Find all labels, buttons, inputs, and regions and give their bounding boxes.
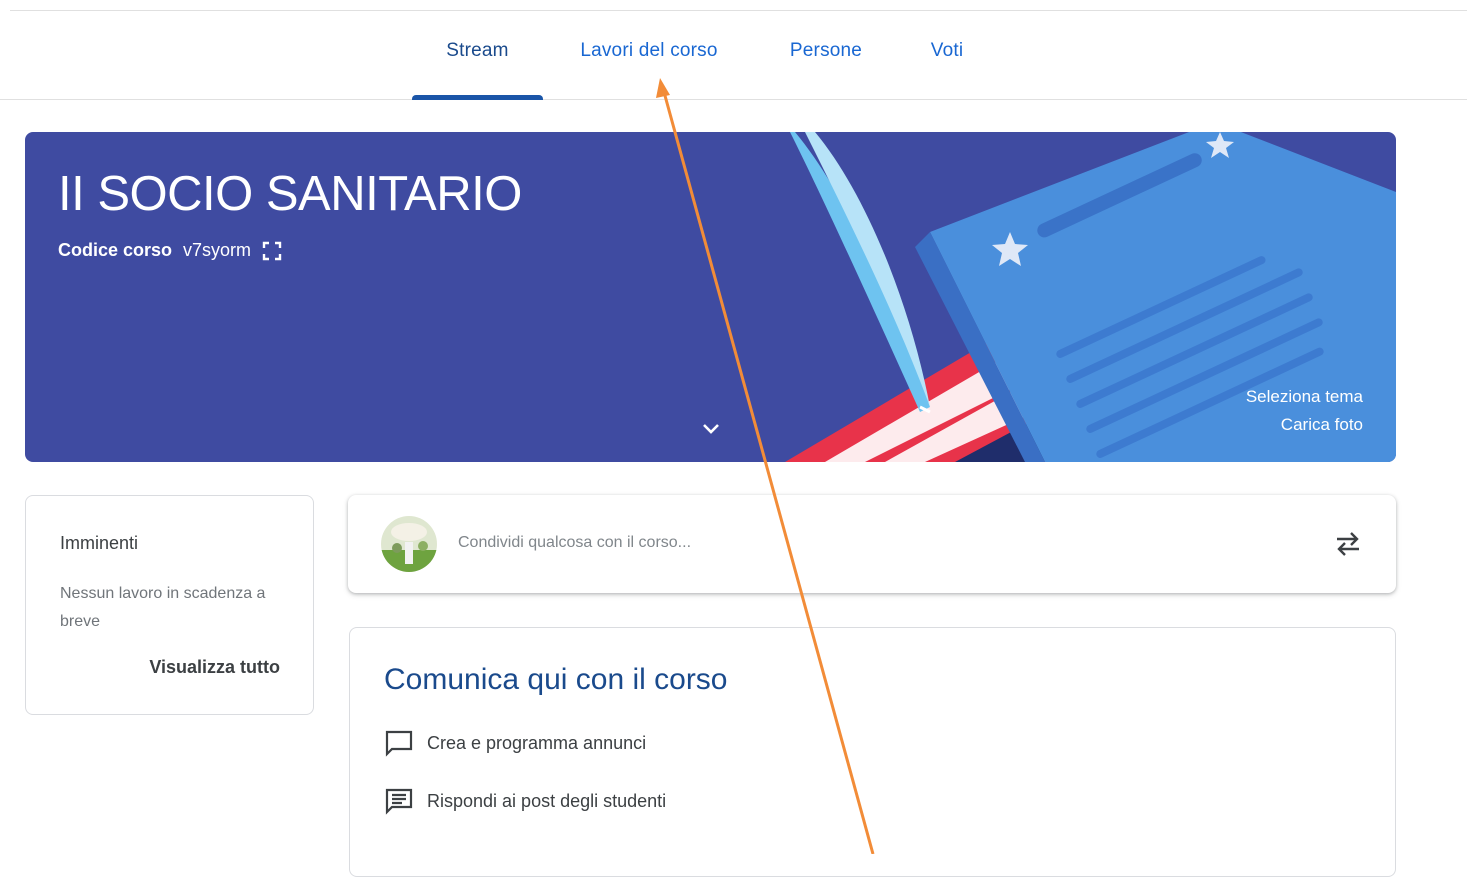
comm-item-announcements: Crea e programma annunci (384, 729, 646, 757)
tab-people-label: Persone (789, 40, 863, 61)
tab-grades-label: Voti (930, 40, 964, 61)
upcoming-title: Imminenti (60, 533, 139, 553)
course-code-label: Codice corso (58, 240, 173, 260)
repost-icon[interactable] (1334, 529, 1362, 559)
upload-photo-link[interactable]: Carica foto (1281, 415, 1363, 435)
active-tab-indicator (412, 95, 543, 100)
chat-bubble-icon (385, 730, 413, 757)
fullscreen-icon[interactable] (262, 241, 282, 261)
tab-classwork-label: Lavori del corso (580, 40, 718, 61)
share-input[interactable]: Condividi qualcosa con il corso... (458, 534, 691, 552)
comm-item-replies: Rispondi ai post degli studenti (384, 787, 666, 815)
tab-stream[interactable]: Stream (412, 40, 543, 99)
tab-classwork[interactable]: Lavori del corso (568, 40, 730, 99)
upcoming-empty-text: Nessun lavoro in scadenza a breve (60, 585, 266, 630)
upcoming-card: Imminenti Nessun lavoro in scadenza a br… (25, 495, 314, 715)
course-code-value: v7syorm (183, 240, 252, 260)
avatar (381, 516, 437, 572)
course-code: Codice corso v7syorm (58, 240, 282, 261)
share-box[interactable]: Condividi qualcosa con il corso... (348, 495, 1396, 593)
tab-grades[interactable]: Voti (918, 40, 976, 99)
chevron-down-icon[interactable] (698, 416, 724, 442)
comm-item-label: Rispondi ai post degli studenti (427, 790, 667, 811)
tab-stream-label: Stream (446, 40, 509, 61)
view-all-link[interactable]: Visualizza tutto (149, 657, 280, 678)
select-theme-link[interactable]: Seleziona tema (1246, 387, 1363, 407)
communicate-title: Comunica qui con il corso (384, 663, 728, 696)
course-title: II SOCIO SANITARIO (58, 167, 522, 221)
message-text-icon (385, 788, 413, 815)
communicate-card: Comunica qui con il corso Crea e program… (349, 627, 1396, 877)
course-tabs: Stream Lavori del corso Persone Voti (0, 11, 1467, 100)
course-banner: II SOCIO SANITARIO Codice corso v7syorm … (25, 132, 1396, 462)
comm-item-label: Crea e programma annunci (427, 732, 647, 753)
tab-people[interactable]: Persone (778, 40, 874, 99)
